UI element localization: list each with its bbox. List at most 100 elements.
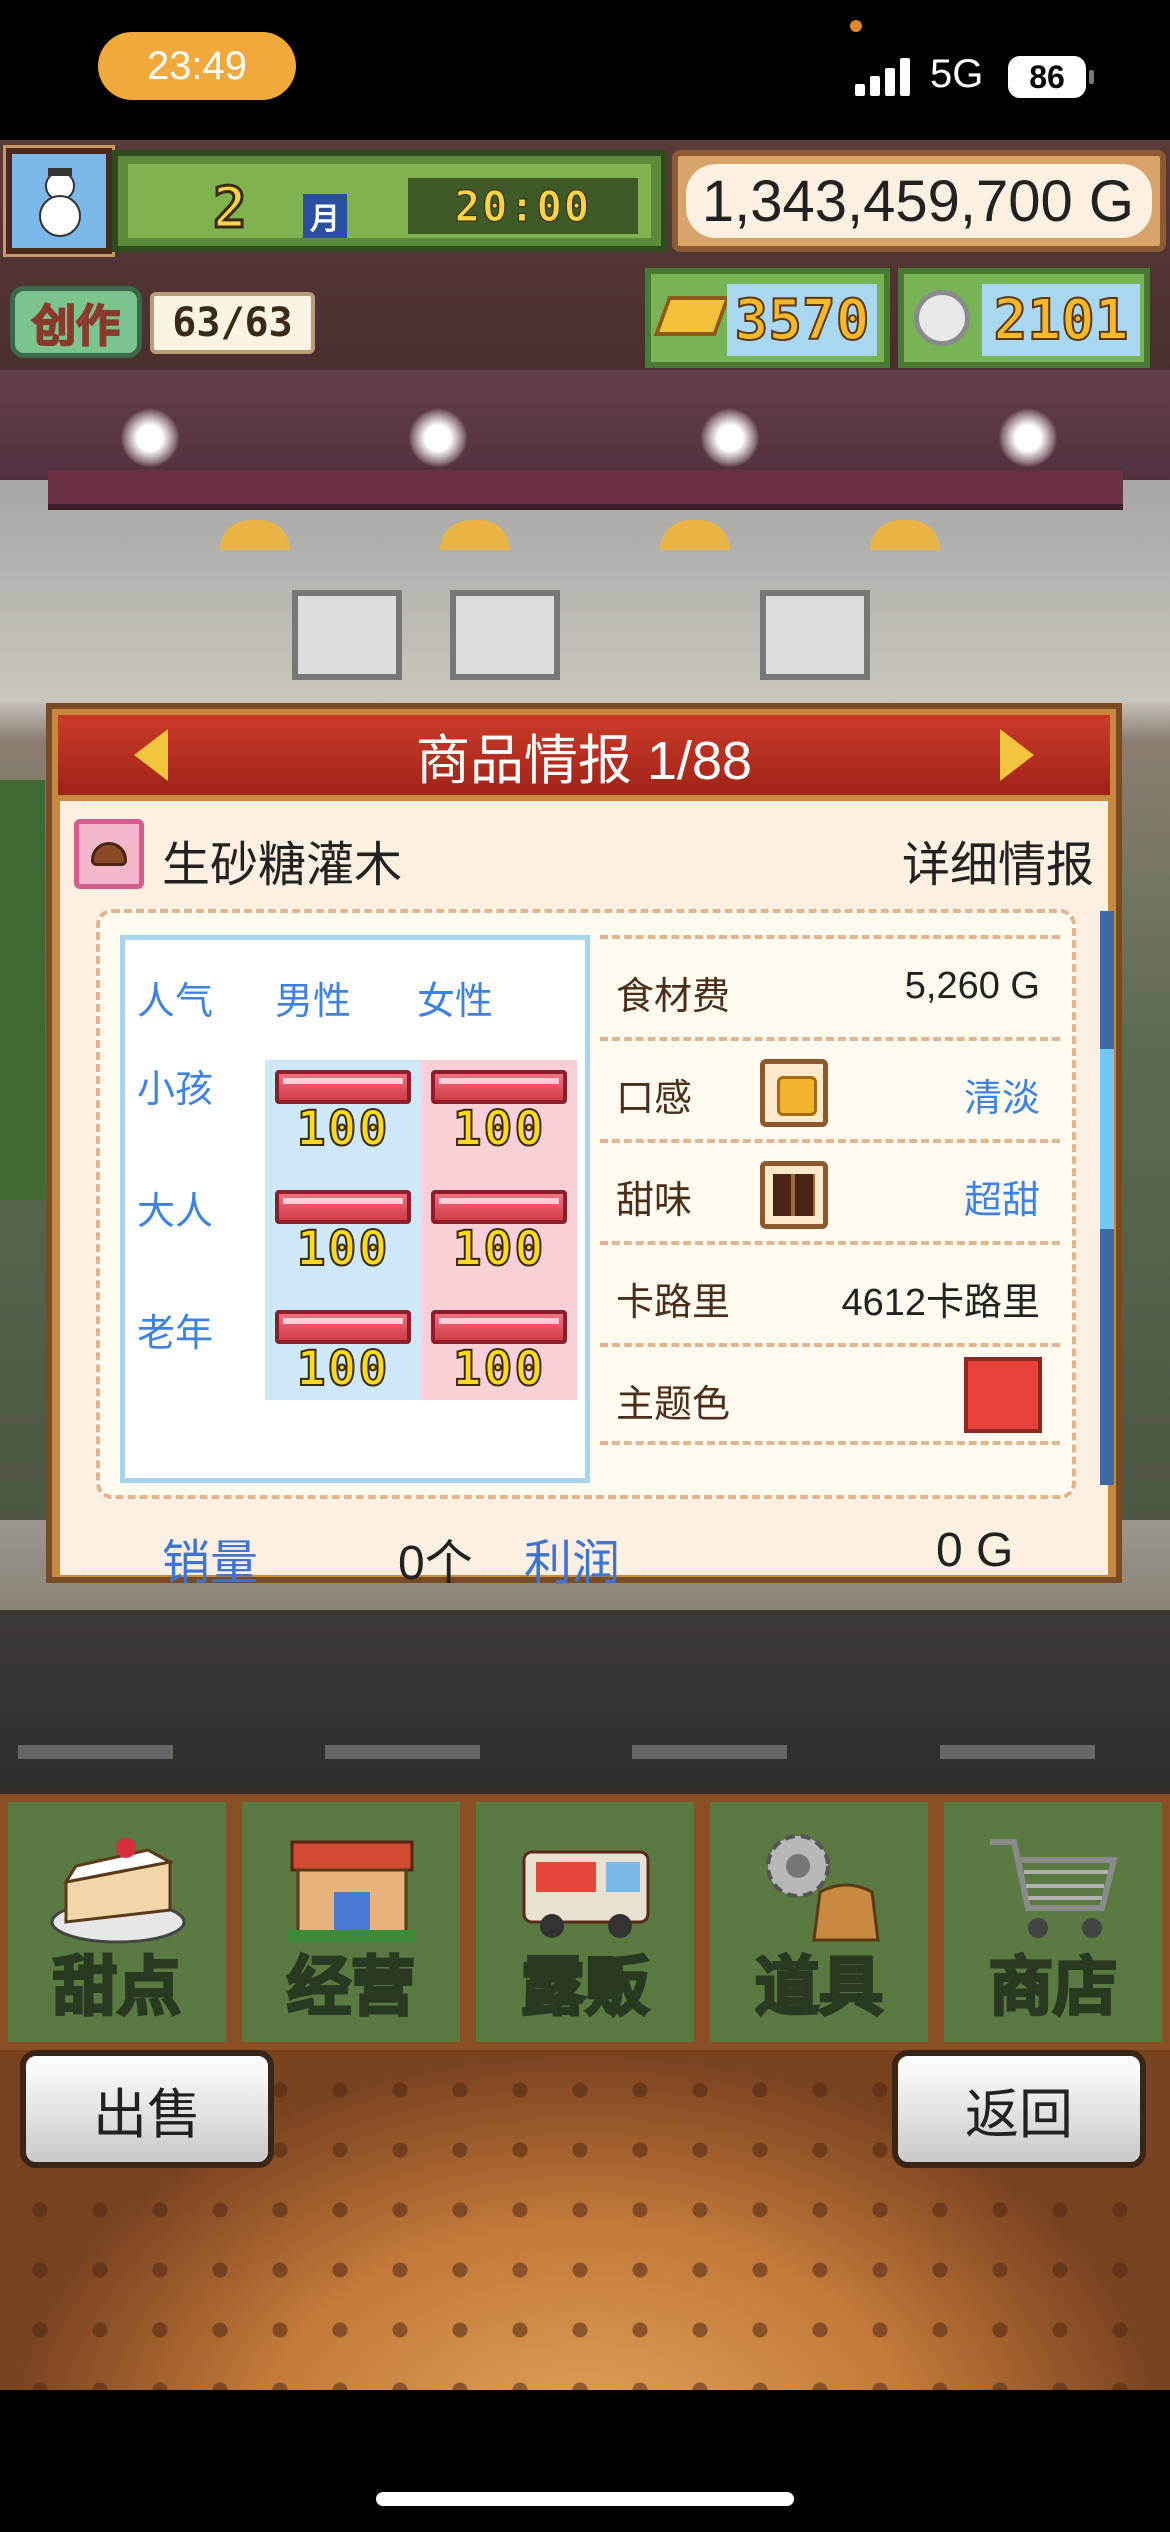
attr-value: 4612卡路里 [841,1282,1040,1324]
menu-stall-button[interactable]: 露贩 [468,1794,702,2050]
ceiling-light [408,408,468,468]
menu-manage-button[interactable]: 经营 [234,1794,468,2050]
hanging-lamp [870,520,940,550]
attr-value: 超甜 [963,1180,1040,1222]
hanging-lamp [660,520,730,550]
silver-coin-amount: 2101 [982,284,1140,356]
silver-coin-counter[interactable]: 2101 [898,268,1150,368]
create-value: 63/63 [150,292,315,354]
road-line [325,1745,480,1759]
money-amount: 1,343,459,700 G [686,164,1152,238]
attr-theme-color: 主题色 [600,1343,1060,1445]
shopping-cart-icon [990,1839,1118,1938]
theme-color-swatch [964,1357,1042,1433]
ceiling-light [700,408,760,468]
create-label: 创作 [10,286,142,358]
date-panel: 2 月 20:00 [112,150,667,252]
hanging-lamp [220,520,290,550]
food-truck-icon [522,1850,650,1938]
texture-icon [760,1059,828,1127]
attr-label: 卡路里 [616,1282,731,1324]
main-menu: 甜点 经营 露贩 道具 商店 [0,1794,1170,2050]
popularity-badge: 100 [431,1070,567,1162]
bread-icon [74,819,144,889]
display-case [292,590,402,680]
attr-ingredient-cost: 食材费 5,260 G [600,935,1060,1037]
gold-bar-icon [653,296,731,336]
popularity-badge: 100 [431,1190,567,1282]
hanging-lamp [440,520,510,550]
status-time: 23:49 [98,32,296,100]
status-bar: 23:49 5G 86 [0,0,1170,140]
next-arrow-icon[interactable] [1000,729,1034,781]
month-number: 2 [212,175,249,243]
cake-icon [50,1838,186,1944]
col-male-header: 男性 [275,981,352,1023]
battery-icon: 86 [1008,56,1094,98]
male-column: 100 100 100 [265,1060,421,1400]
menu-label: 商店 [988,1950,1119,2027]
attribute-list: 食材费 5,260 G 口感 清淡 甜味 超甜 卡路里 4612卡路里 主题色 [600,935,1060,1475]
popularity-table: 人气 男性 女性 小孩 大人 老年 100 100 100 100 100 10… [120,935,590,1483]
panel-body: 生砂糖灌木 详细情报 人气 男性 女性 小孩 大人 老年 100 100 100 [60,801,1114,1590]
shop-icon [288,1840,416,1942]
gold-bar-counter[interactable]: 3570 [645,268,890,368]
battery-level: 86 [1029,58,1065,95]
item-header: 生砂糖灌木 详细情报 [74,819,1094,892]
attr-sweetness: 甜味 超甜 [600,1139,1060,1241]
menu-label: 经营 [286,1950,417,2027]
road-line [632,1745,787,1759]
sales-label: 销量 [162,1537,259,1590]
shop-awning [48,470,1123,510]
month-unit: 月 [303,194,347,238]
popularity-value: 100 [296,1220,390,1278]
prev-arrow-icon[interactable] [134,729,168,781]
scrollbar-thumb[interactable] [1100,1049,1114,1229]
ceiling-light [998,408,1058,468]
tree [0,780,45,1200]
popularity-badge: 100 [275,1190,411,1282]
attr-label: 甜味 [616,1180,693,1222]
silver-coin-icon [914,290,970,346]
snowman-icon [39,168,81,237]
popularity-value: 100 [452,1220,546,1278]
gold-bar-amount: 3570 [727,284,877,356]
road-line [18,1745,173,1759]
popularity-badge: 100 [275,1070,411,1162]
attr-value: 5,260 G [904,965,1040,1007]
popularity-header: 人气 [137,981,214,1023]
signal-icon [855,58,913,96]
menu-dessert-button[interactable]: 甜点 [0,1794,234,2050]
col-female-header: 女性 [417,981,494,1023]
panel-title: 商品情报 1/88 [415,730,753,791]
panel-title-bar: 商品情报 1/88 [58,715,1110,795]
attr-label: 主题色 [616,1384,731,1426]
gear-and-bag-icon [766,1834,880,1942]
menu-label: 露贩 [520,1950,651,2027]
network-type: 5G [930,52,984,96]
popularity-badge: 100 [431,1310,567,1402]
menu-items-button[interactable]: 道具 [702,1794,936,2050]
detail-info-button[interactable]: 详细情报 [902,825,1094,895]
menu-store-button[interactable]: 商店 [936,1794,1170,2050]
panel-scrollbar[interactable] [1100,911,1114,1485]
attr-texture: 口感 清淡 [600,1037,1060,1139]
profit-label: 利润 [524,1537,621,1590]
popularity-value: 100 [296,1340,390,1398]
display-case [450,590,560,680]
player-portrait[interactable] [3,145,115,257]
row-label-child: 小孩 [137,1069,214,1111]
back-button[interactable]: 返回 [892,2050,1146,2168]
display-case [760,590,870,680]
chocolate-icon [760,1161,828,1229]
attr-calories: 卡路里 4612卡路里 [600,1241,1060,1343]
popularity-value: 100 [452,1100,546,1158]
popularity-badge: 100 [275,1310,411,1402]
info-card: 人气 男性 女性 小孩 大人 老年 100 100 100 100 100 10… [96,909,1076,1499]
sales-stats: 销量 0个 利润 0 G [60,1523,1108,1590]
home-indicator[interactable] [376,2492,794,2506]
attr-label: 口感 [616,1078,693,1120]
menu-label: 甜点 [52,1950,183,2027]
sell-button[interactable]: 出售 [20,2050,274,2168]
create-counter: 创作 63/63 [10,282,315,362]
